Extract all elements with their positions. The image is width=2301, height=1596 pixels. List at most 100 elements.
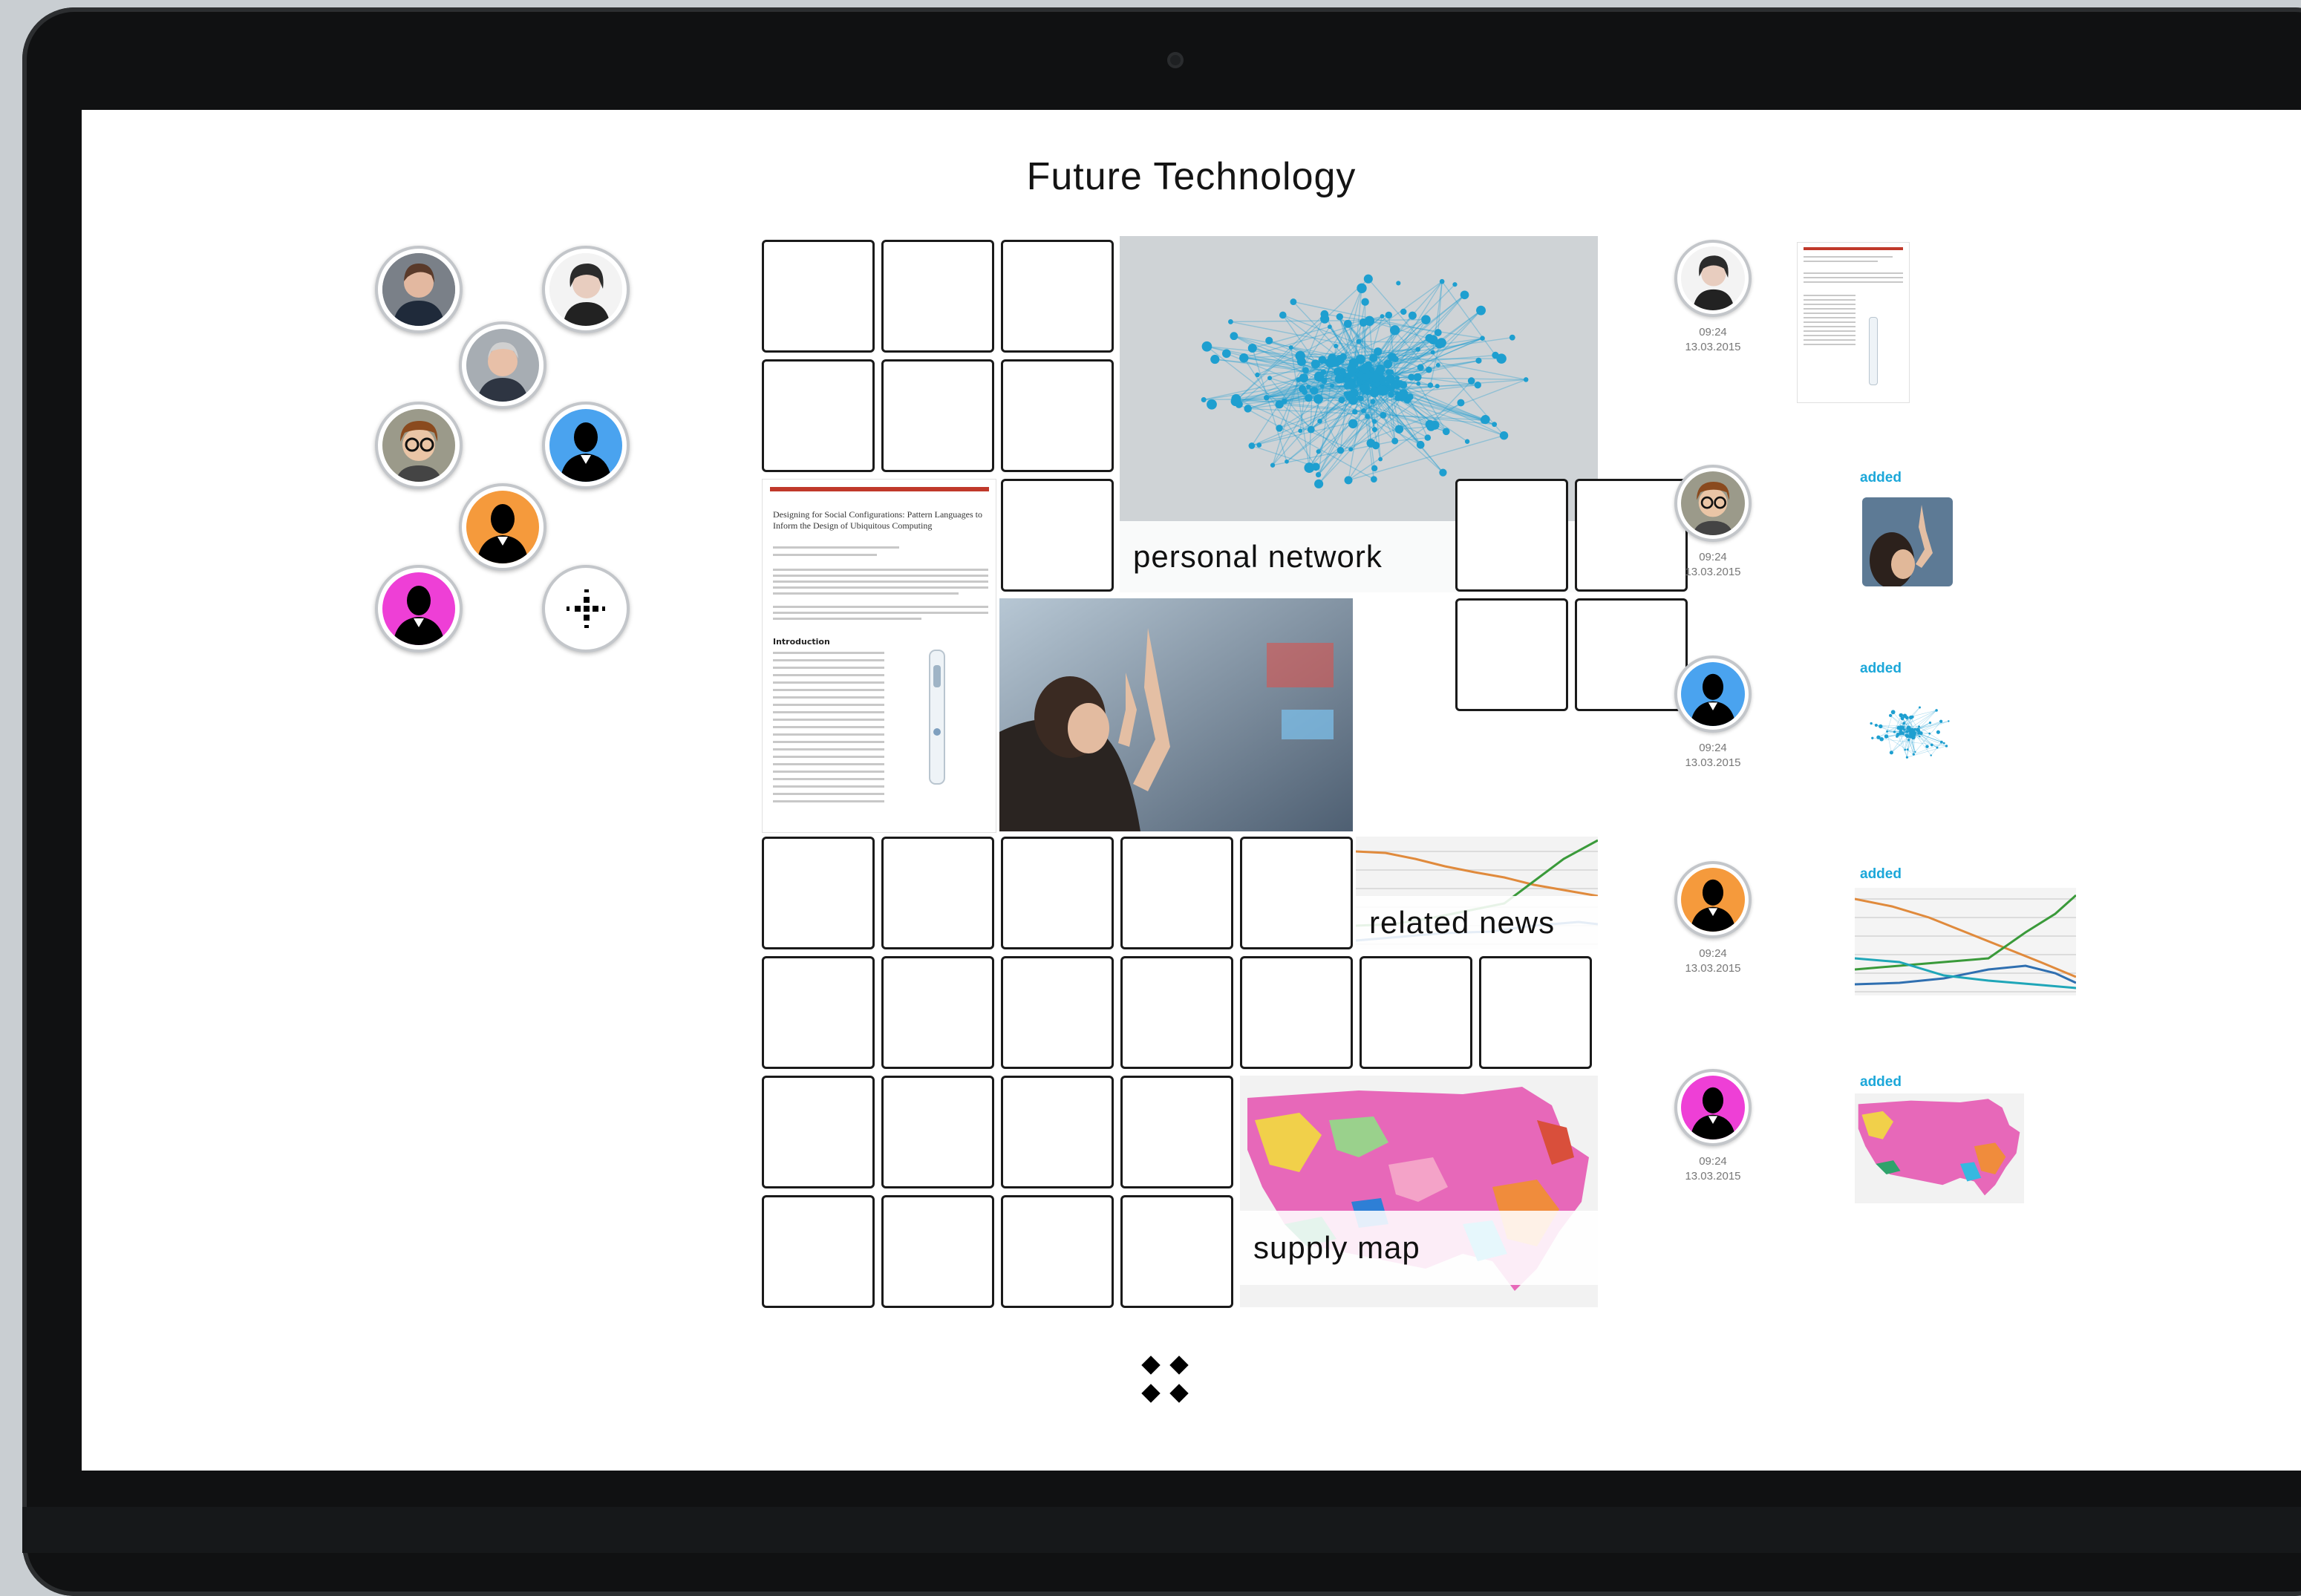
feed-preview-map[interactable] bbox=[1855, 1093, 2024, 1203]
network-node bbox=[1935, 709, 1938, 712]
network-node bbox=[1918, 725, 1920, 727]
empty-tile[interactable] bbox=[1001, 479, 1114, 592]
empty-tile[interactable] bbox=[762, 1195, 875, 1308]
network-node bbox=[1925, 745, 1928, 748]
network-node bbox=[1876, 736, 1880, 739]
feed-preview-chart[interactable] bbox=[1855, 888, 2076, 995]
network-node bbox=[1913, 753, 1915, 755]
network-node bbox=[1339, 368, 1345, 374]
network-node bbox=[1476, 306, 1486, 315]
empty-tile[interactable] bbox=[1001, 1195, 1114, 1308]
feed-avatar[interactable] bbox=[1674, 240, 1752, 317]
network-node bbox=[1305, 394, 1313, 402]
network-node bbox=[1308, 426, 1315, 434]
network-node bbox=[1344, 320, 1352, 328]
empty-tile[interactable] bbox=[762, 1076, 875, 1188]
network-node bbox=[1907, 739, 1910, 741]
network-node bbox=[1870, 722, 1872, 725]
feed-time: 09:2413.03.2015 bbox=[1674, 946, 1752, 976]
empty-tile[interactable] bbox=[1240, 956, 1353, 1069]
empty-tile[interactable] bbox=[762, 837, 875, 949]
network-node bbox=[1256, 442, 1262, 448]
network-node bbox=[1416, 382, 1420, 386]
network-node bbox=[1379, 385, 1388, 395]
related-news-tile[interactable]: related news bbox=[1356, 837, 1598, 949]
paper-header-bar bbox=[770, 487, 989, 491]
empty-tile[interactable] bbox=[1001, 837, 1114, 949]
empty-tile[interactable] bbox=[1360, 956, 1472, 1069]
feed-action: added bbox=[1860, 470, 1902, 486]
empty-tile[interactable] bbox=[762, 359, 875, 472]
network-node bbox=[1316, 472, 1321, 477]
empty-tile[interactable] bbox=[1120, 837, 1233, 949]
paper-tile[interactable]: Designing for Social Configurations: Pat… bbox=[762, 479, 996, 833]
empty-tile[interactable] bbox=[1001, 956, 1114, 1069]
empty-tile[interactable] bbox=[881, 359, 994, 472]
network-node bbox=[1425, 334, 1433, 342]
empty-tile[interactable] bbox=[1120, 1195, 1233, 1308]
avatar-woman-smiling[interactable] bbox=[542, 246, 630, 333]
grid-diamonds-icon[interactable] bbox=[1140, 1354, 1192, 1406]
camera-icon bbox=[1167, 52, 1184, 68]
feed-avatar[interactable] bbox=[1674, 1069, 1752, 1146]
empty-tile[interactable] bbox=[1479, 956, 1592, 1069]
avatar-silhouette-orange[interactable] bbox=[459, 483, 546, 571]
avatar-silhouette-blue[interactable] bbox=[542, 402, 630, 489]
network-node bbox=[1350, 389, 1359, 398]
network-node bbox=[1904, 749, 1906, 751]
photo-tile[interactable] bbox=[999, 598, 1353, 831]
empty-tile[interactable] bbox=[1120, 956, 1233, 1069]
feed-avatar[interactable] bbox=[1674, 655, 1752, 733]
empty-tile[interactable] bbox=[1001, 359, 1114, 472]
network-node bbox=[1361, 363, 1371, 373]
empty-tile[interactable] bbox=[1120, 1076, 1233, 1188]
empty-tile[interactable] bbox=[881, 1076, 994, 1188]
avatar-silhouette-magenta[interactable] bbox=[375, 565, 463, 653]
network-node bbox=[1369, 354, 1377, 362]
network-node bbox=[1361, 298, 1368, 305]
network-node bbox=[1480, 336, 1485, 341]
supply-map-tile[interactable]: supply map bbox=[1240, 1076, 1598, 1307]
network-node bbox=[1370, 399, 1375, 404]
network-node bbox=[1465, 439, 1469, 444]
network-node bbox=[1426, 420, 1435, 429]
network-node bbox=[1437, 338, 1446, 347]
empty-tile[interactable] bbox=[1240, 837, 1353, 949]
avatar-man-grey-hair[interactable] bbox=[459, 321, 546, 409]
network-node bbox=[1395, 425, 1403, 433]
empty-tile[interactable] bbox=[881, 956, 994, 1069]
network-node bbox=[1360, 318, 1368, 327]
network-node bbox=[1319, 356, 1327, 364]
empty-tile[interactable] bbox=[1455, 598, 1568, 711]
network-node bbox=[1481, 415, 1489, 424]
empty-tile[interactable] bbox=[881, 1195, 994, 1308]
feed-avatar[interactable] bbox=[1674, 465, 1752, 542]
feed-preview-paper[interactable] bbox=[1797, 242, 1910, 403]
network-node bbox=[1431, 350, 1435, 355]
feed-preview-photo[interactable] bbox=[1862, 497, 1953, 586]
avatar-man-glasses[interactable] bbox=[375, 402, 463, 489]
avatar-woman-dark-jacket[interactable] bbox=[375, 246, 463, 333]
move-crosshair-icon[interactable] bbox=[542, 565, 630, 653]
network-node bbox=[1276, 425, 1282, 431]
feed-action: added bbox=[1860, 661, 1902, 677]
network-node bbox=[1435, 384, 1440, 388]
empty-tile[interactable] bbox=[1575, 598, 1688, 711]
empty-tile[interactable] bbox=[881, 240, 994, 353]
network-node bbox=[1239, 353, 1248, 362]
network-node bbox=[1400, 309, 1406, 315]
empty-tile[interactable] bbox=[1001, 240, 1114, 353]
network-node bbox=[1939, 720, 1942, 723]
empty-tile[interactable] bbox=[1575, 479, 1688, 592]
empty-tile[interactable] bbox=[881, 837, 994, 949]
empty-tile[interactable] bbox=[762, 956, 875, 1069]
network-node bbox=[1910, 730, 1913, 733]
feed-avatar[interactable] bbox=[1674, 861, 1752, 938]
empty-tile[interactable] bbox=[1455, 479, 1568, 592]
empty-tile[interactable] bbox=[762, 240, 875, 353]
empty-tile[interactable] bbox=[1001, 1076, 1114, 1188]
network-node bbox=[1357, 339, 1362, 344]
feed-preview-network[interactable] bbox=[1862, 685, 1960, 782]
laptop-chin bbox=[22, 1507, 2301, 1553]
network-node bbox=[1899, 725, 1902, 728]
